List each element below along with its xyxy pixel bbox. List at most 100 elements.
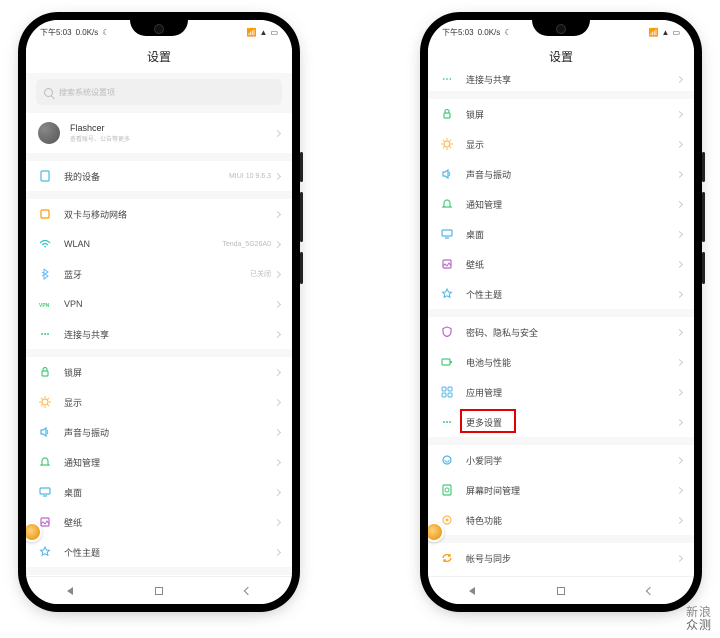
lock-icon <box>440 107 454 121</box>
status-net: 0.0K/s <box>478 28 501 37</box>
spec-icon <box>440 513 454 527</box>
settings-scroll[interactable]: 搜索系统设置项 Flashcer 查看账号、公告等更多 <box>26 73 292 576</box>
theme-row[interactable]: 个性主题 <box>26 537 292 567</box>
batt-label: 电池与性能 <box>466 356 677 369</box>
theme-row[interactable]: 个性主题 <box>428 279 694 309</box>
bt-label: 蓝牙 <box>64 268 250 281</box>
wlan-label: WLAN <box>64 239 222 249</box>
more-icon <box>38 327 52 341</box>
search-icon <box>44 88 53 97</box>
notif-row[interactable]: 通知管理 <box>26 447 292 477</box>
page-title: 设置 <box>26 42 292 73</box>
power-button[interactable] <box>702 252 705 284</box>
wall-row[interactable]: 壁纸 <box>428 249 694 279</box>
notif-row[interactable]: 通知管理 <box>428 189 694 219</box>
wall-row[interactable]: 壁纸 <box>26 507 292 537</box>
chevron-right-icon <box>274 518 281 525</box>
chevron-right-icon <box>676 75 683 82</box>
sync-icon <box>440 551 454 565</box>
watermark: 新浪众测 <box>686 606 712 632</box>
nav-bar <box>428 576 694 604</box>
chevron-right-icon <box>676 456 683 463</box>
volume-up-button[interactable] <box>702 152 705 182</box>
nav-back-button[interactable] <box>244 586 252 594</box>
priv-row[interactable]: 密码、隐私与安全 <box>26 575 292 576</box>
desk-row[interactable]: 桌面 <box>26 477 292 507</box>
settings-scroll[interactable]: ⋯ 连接与共享 锁屏显示声音与振动通知管理桌面壁纸个性主题 密码、隐私与安全电池… <box>428 73 694 576</box>
lock-label: 锁屏 <box>466 108 677 121</box>
sound-row[interactable]: 声音与振动 <box>26 417 292 447</box>
theme-icon <box>440 287 454 301</box>
vpn-row[interactable]: VPNVPN <box>26 289 292 319</box>
batt-row[interactable]: 电池与性能 <box>428 347 694 377</box>
volume-down-button[interactable] <box>702 192 705 242</box>
nav-recent-button[interactable] <box>469 587 475 595</box>
chevron-right-icon <box>274 548 281 555</box>
account-desc: 查看账号、公告等更多 <box>70 134 275 143</box>
batt-icon <box>440 355 454 369</box>
phone-right: 下午5:03 0.0K/s ☾ 📶 ▲ ▭ 设置 ⋯ 连接与共享 <box>420 12 702 612</box>
more2-row[interactable]: 更多设置 <box>428 407 694 437</box>
chevron-right-icon <box>274 398 281 405</box>
nav-recent-button[interactable] <box>67 587 73 595</box>
wlan-row[interactable]: WLANTenda_5G26A0 <box>26 229 292 259</box>
notch <box>532 20 590 36</box>
sound-row[interactable]: 声音与振动 <box>428 159 694 189</box>
sound-label: 声音与振动 <box>64 426 275 439</box>
sim-icon <box>38 207 52 221</box>
bt-sub: 已关闭 <box>250 269 271 279</box>
chevron-right-icon <box>274 129 281 136</box>
battery-icon: ▭ <box>672 28 680 37</box>
connection-share-row[interactable]: ⋯ 连接与共享 <box>428 73 694 91</box>
signal-icon: 📶 <box>247 28 257 37</box>
desk-row[interactable]: 桌面 <box>428 219 694 249</box>
apps-label: 应用管理 <box>466 386 677 399</box>
desk-label: 桌面 <box>64 486 275 499</box>
nav-home-button[interactable] <box>155 587 163 595</box>
theme-icon <box>38 545 52 559</box>
notif-icon <box>38 455 52 469</box>
my-device-sub: MIUI 10 9.6.3 <box>229 173 271 180</box>
my-device-row[interactable]: 我的设备 MIUI 10 9.6.3 <box>26 161 292 191</box>
more-row[interactable]: 连接与共享 <box>26 319 292 349</box>
xiaoai-row[interactable]: 小爱同学 <box>428 445 694 475</box>
account-row[interactable]: Flashcer 查看账号、公告等更多 <box>26 113 292 153</box>
spec-row[interactable]: 特色功能 <box>428 505 694 535</box>
chevron-right-icon <box>676 230 683 237</box>
my-device-label: 我的设备 <box>64 170 229 183</box>
status-net: 0.0K/s <box>76 28 99 37</box>
volume-up-button[interactable] <box>300 152 303 182</box>
screen-row[interactable]: 屏幕时间管理 <box>428 475 694 505</box>
disp-label: 显示 <box>64 396 275 409</box>
desk-icon <box>440 227 454 241</box>
chevron-right-icon <box>274 300 281 307</box>
sim-row[interactable]: 双卡与移动网络 <box>26 199 292 229</box>
nav-home-button[interactable] <box>557 587 565 595</box>
screen-label: 屏幕时间管理 <box>466 484 677 497</box>
search-input[interactable]: 搜索系统设置项 <box>36 79 282 105</box>
nav-back-button[interactable] <box>646 586 654 594</box>
chevron-right-icon <box>274 368 281 375</box>
volume-down-button[interactable] <box>300 192 303 242</box>
bt-row[interactable]: 蓝牙已关闭 <box>26 259 292 289</box>
disp-row[interactable]: 显示 <box>26 387 292 417</box>
chevron-right-icon <box>274 172 281 179</box>
sync-row[interactable]: 帐号与同步 <box>428 543 694 573</box>
disp-row[interactable]: 显示 <box>428 129 694 159</box>
chevron-right-icon <box>676 516 683 523</box>
nav-bar <box>26 576 292 604</box>
lock-row[interactable]: 锁屏 <box>428 99 694 129</box>
disp-icon <box>440 137 454 151</box>
chevron-right-icon <box>676 328 683 335</box>
chevron-right-icon <box>274 488 281 495</box>
lock-icon <box>38 365 52 379</box>
lock-row[interactable]: 锁屏 <box>26 357 292 387</box>
priv-row[interactable]: 密码、隐私与安全 <box>428 317 694 347</box>
power-button[interactable] <box>300 252 303 284</box>
disp-label: 显示 <box>466 138 677 151</box>
sound-icon <box>440 167 454 181</box>
chevron-right-icon <box>676 290 683 297</box>
feed-row[interactable]: 反馈与服务 <box>428 573 694 576</box>
wifi-icon: ▲ <box>662 28 670 37</box>
apps-row[interactable]: 应用管理 <box>428 377 694 407</box>
